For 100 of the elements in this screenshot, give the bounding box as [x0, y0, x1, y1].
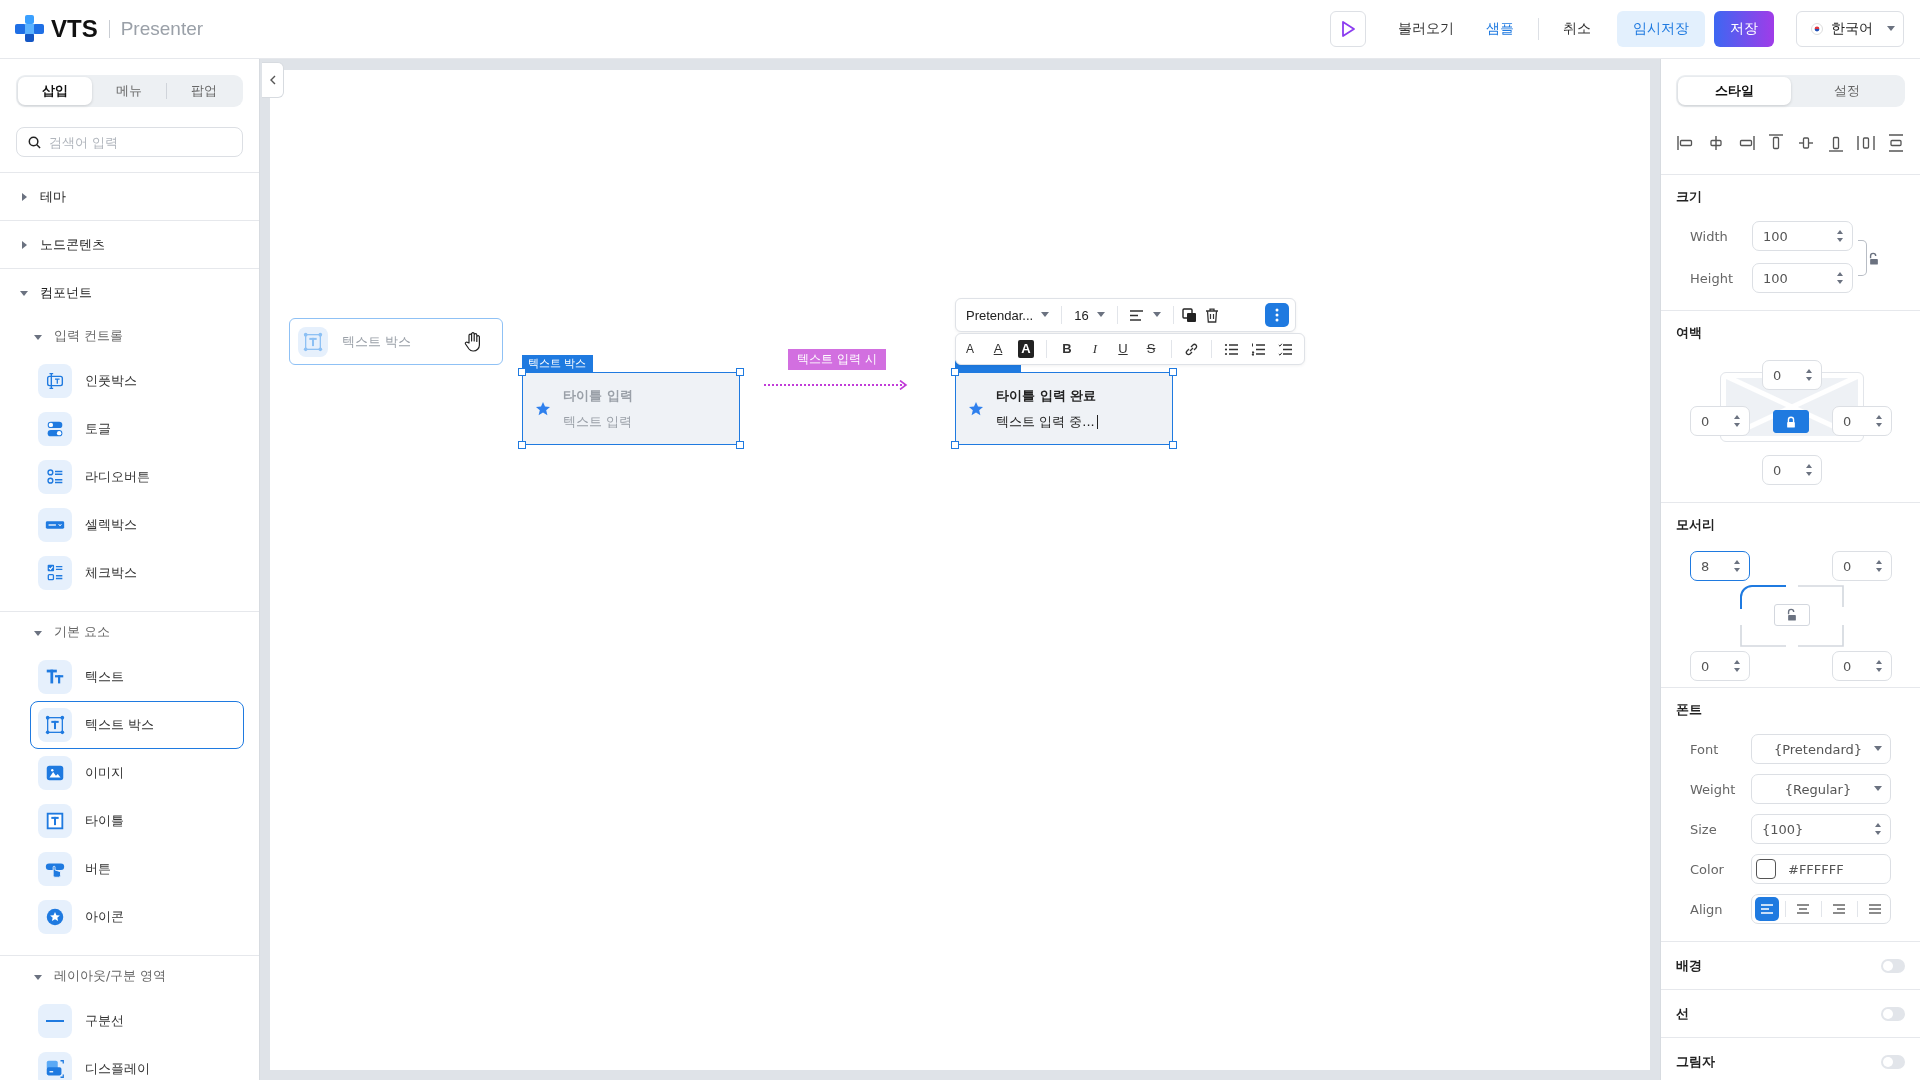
- more-options-button[interactable]: [1265, 303, 1289, 327]
- component-item[interactable]: 셀렉박스: [30, 501, 244, 549]
- sample-link[interactable]: 샘플: [1472, 11, 1528, 47]
- tab[interactable]: 팝업: [167, 77, 241, 105]
- component-item[interactable]: 구분선: [30, 997, 244, 1045]
- bulleted-list-icon[interactable]: [1224, 341, 1239, 357]
- component-item[interactable]: 이미지: [30, 749, 244, 797]
- corner-lock-button[interactable]: [1774, 604, 1810, 626]
- align-left-button[interactable]: [1755, 897, 1779, 921]
- color-swatch[interactable]: [1756, 859, 1776, 879]
- toggle-switch[interactable]: [1881, 958, 1905, 973]
- component-item[interactable]: 버튼: [30, 845, 244, 893]
- component-item[interactable]: 디스플레이: [30, 1045, 244, 1080]
- resize-handle[interactable]: [951, 441, 959, 449]
- stepper-icon[interactable]: [1733, 559, 1741, 573]
- link-icon[interactable]: [1184, 341, 1199, 357]
- expand-caret-icon[interactable]: [20, 240, 28, 249]
- toggle-switch[interactable]: [1881, 1054, 1905, 1069]
- product-name: Presenter: [119, 18, 204, 40]
- component-item[interactable]: 인풋박스: [30, 357, 244, 405]
- font-size-button[interactable]: A: [962, 340, 978, 358]
- component-item[interactable]: 아이콘: [30, 893, 244, 941]
- section-title: 그림자: [1676, 1053, 1715, 1070]
- stepper-icon[interactable]: [1805, 368, 1813, 382]
- stepper-icon[interactable]: [1836, 271, 1844, 285]
- component-item[interactable]: 텍스트 박스: [30, 701, 244, 749]
- bold-button[interactable]: B: [1059, 340, 1075, 358]
- tab[interactable]: 스타일: [1678, 77, 1791, 105]
- group-header[interactable]: 기본 요소: [54, 624, 110, 641]
- resize-handle[interactable]: [1169, 441, 1177, 449]
- language-select[interactable]: 한국어: [1796, 11, 1904, 47]
- collapse-caret-icon[interactable]: [20, 288, 28, 297]
- tab[interactable]: 삽입: [18, 77, 92, 105]
- dropdown-field[interactable]: {Regular}: [1751, 774, 1891, 804]
- highlight-button[interactable]: A: [1018, 340, 1034, 358]
- numbered-list-icon[interactable]: [1251, 341, 1266, 357]
- resize-handle[interactable]: [736, 441, 744, 449]
- search-field[interactable]: 검색어 입력: [16, 127, 243, 157]
- number-field[interactable]: 0: [1832, 406, 1892, 436]
- number-field[interactable]: 0: [1832, 651, 1892, 681]
- underline-button[interactable]: U: [1115, 340, 1131, 358]
- plain-button[interactable]: 불러오기: [1384, 11, 1468, 47]
- tab[interactable]: 설정: [1790, 77, 1903, 105]
- number-field[interactable]: 100: [1752, 263, 1853, 293]
- resize-handle[interactable]: [518, 441, 526, 449]
- component-item[interactable]: 라디오버튼: [30, 453, 244, 501]
- duplicate-icon[interactable]: [1181, 307, 1197, 323]
- caret-icon: [1874, 786, 1882, 792]
- resize-handle[interactable]: [736, 368, 744, 376]
- resize-handle[interactable]: [518, 368, 526, 376]
- play-button[interactable]: [1330, 11, 1366, 47]
- number-field[interactable]: {100}: [1751, 814, 1891, 844]
- padding-lock-button[interactable]: [1773, 410, 1809, 433]
- kebab-icon: [1275, 308, 1279, 322]
- font-select[interactable]: Pretendar...: [962, 302, 1054, 328]
- italic-button[interactable]: I: [1087, 340, 1103, 358]
- group-header[interactable]: 레이아웃/구분 영역: [54, 968, 167, 985]
- dropdown-field[interactable]: {Pretendard}: [1751, 734, 1891, 764]
- stepper-icon[interactable]: [1733, 659, 1741, 673]
- number-field[interactable]: 0: [1762, 360, 1822, 390]
- collapse-caret-icon[interactable]: [34, 972, 42, 981]
- component-item[interactable]: 텍스트: [30, 653, 244, 701]
- resize-handle[interactable]: [951, 368, 959, 376]
- collapse-caret-icon[interactable]: [34, 628, 42, 637]
- align-right-icon: [1832, 904, 1846, 914]
- number-field[interactable]: 0: [1762, 455, 1822, 485]
- font-size-select[interactable]: 16: [1070, 302, 1109, 328]
- stepper-icon[interactable]: [1836, 229, 1844, 243]
- stepper-icon[interactable]: [1874, 822, 1882, 836]
- soft-button[interactable]: 임시저장: [1617, 11, 1705, 47]
- trash-icon[interactable]: [1204, 307, 1219, 323]
- tab[interactable]: 메뉴: [92, 77, 166, 105]
- collapse-caret-icon[interactable]: [34, 332, 42, 341]
- stepper-icon[interactable]: [1875, 414, 1883, 428]
- component-item[interactable]: 타이틀: [30, 797, 244, 845]
- component-item[interactable]: 토글: [30, 405, 244, 453]
- number-field[interactable]: 8: [1690, 551, 1750, 581]
- stepper-icon[interactable]: [1733, 414, 1741, 428]
- stepper-icon[interactable]: [1805, 463, 1813, 477]
- group-header[interactable]: 입력 컨트롤: [54, 328, 123, 345]
- checklist-icon[interactable]: [1278, 341, 1293, 357]
- stepper-icon[interactable]: [1875, 659, 1883, 673]
- stepper-icon[interactable]: [1875, 559, 1883, 573]
- expand-caret-icon[interactable]: [20, 192, 28, 201]
- primary-button[interactable]: 저장: [1714, 11, 1774, 47]
- align-vdistribute-icon[interactable]: [1886, 132, 1906, 153]
- resize-handle[interactable]: [1169, 368, 1177, 376]
- color-field[interactable]: #FFFFFF: [1751, 854, 1891, 884]
- text-color-button[interactable]: A: [990, 340, 1006, 358]
- section-header[interactable]: 테마: [40, 187, 66, 206]
- number-field[interactable]: 0: [1690, 651, 1750, 681]
- section-header[interactable]: 컴포넌트: [40, 283, 92, 302]
- toggle-switch[interactable]: [1881, 1006, 1905, 1021]
- number-field[interactable]: 100: [1752, 221, 1853, 251]
- component-item[interactable]: 체크박스: [30, 549, 244, 597]
- number-field[interactable]: 0: [1832, 551, 1892, 581]
- plain-button[interactable]: 취소: [1549, 11, 1605, 47]
- strikethrough-button[interactable]: S: [1143, 340, 1159, 358]
- number-field[interactable]: 0: [1690, 406, 1750, 436]
- section-header[interactable]: 노드콘텐츠: [40, 235, 105, 254]
